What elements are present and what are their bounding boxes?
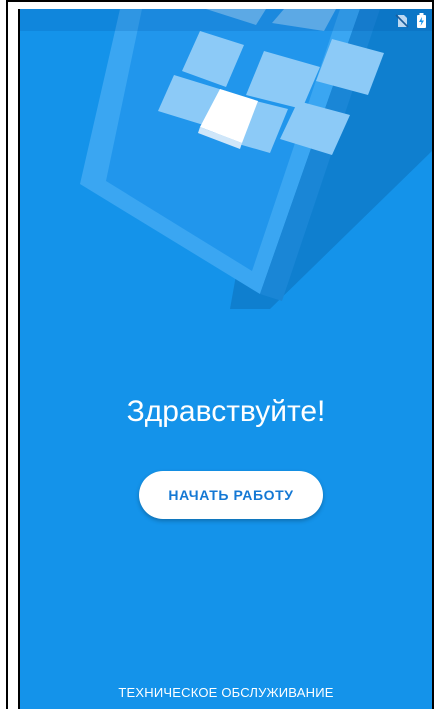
device-frame: Здравствуйте! НАЧАТЬ РАБОТУ ТЕХНИЧЕСКОЕ … — [0, 0, 436, 709]
frame-right-border — [432, 0, 434, 709]
greeting-title: Здравствуйте! — [126, 395, 326, 428]
status-icons — [395, 13, 426, 33]
frame-left-border — [6, 0, 8, 709]
no-sim-icon — [395, 13, 409, 33]
welcome-screen: Здравствуйте! НАЧАТЬ РАБОТУ ТЕХНИЧЕСКОЕ … — [18, 9, 432, 709]
battery-charging-icon — [417, 13, 426, 33]
status-bar — [20, 9, 432, 31]
frame-top-border — [6, 0, 434, 2]
payment-terminal-illustration — [80, 9, 432, 309]
maintenance-link[interactable]: ТЕХНИЧЕСКОЕ ОБСЛУЖИВАНИЕ — [20, 685, 432, 700]
start-work-button[interactable]: НАЧАТЬ РАБОТУ — [139, 471, 323, 519]
